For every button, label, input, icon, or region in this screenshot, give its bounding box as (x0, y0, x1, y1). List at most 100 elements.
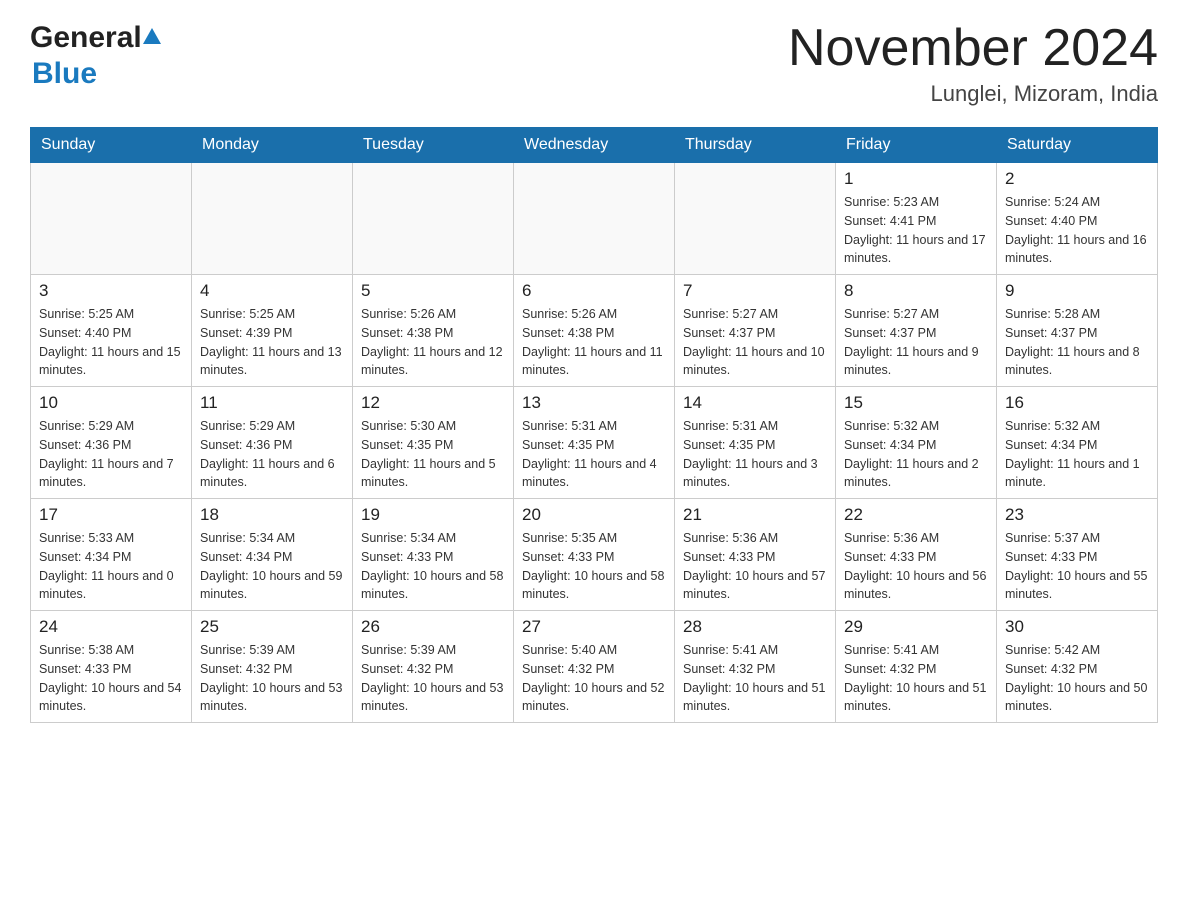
day-number: 23 (1005, 505, 1149, 525)
calendar-cell: 29 Sunrise: 5:41 AMSunset: 4:32 PMDayligh… (836, 611, 997, 723)
day-number: 30 (1005, 617, 1149, 637)
calendar-cell: 18 Sunrise: 5:34 AMSunset: 4:34 PMDayligh… (192, 499, 353, 611)
day-number: 25 (200, 617, 344, 637)
day-info: Sunrise: 5:40 AMSunset: 4:32 PMDaylight:… (522, 641, 666, 716)
day-info: Sunrise: 5:42 AMSunset: 4:32 PMDaylight:… (1005, 641, 1149, 716)
day-number: 27 (522, 617, 666, 637)
day-number: 26 (361, 617, 505, 637)
month-title: November 2024 (788, 20, 1158, 77)
day-number: 28 (683, 617, 827, 637)
calendar-week-row: 17Sunrise: 5:33 AMSunset: 4:34 PMDayligh… (31, 499, 1158, 611)
calendar-header-row: SundayMondayTuesdayWednesdayThursdayFrid… (31, 128, 1158, 163)
day-number: 14 (683, 393, 827, 413)
day-info: Sunrise: 5:38 AMSunset: 4:33 PMDaylight:… (39, 641, 183, 716)
day-number: 16 (1005, 393, 1149, 413)
day-number: 15 (844, 393, 988, 413)
day-info: Sunrise: 5:37 AMSunset: 4:33 PMDaylight:… (1005, 529, 1149, 604)
calendar-cell: 26 Sunrise: 5:39 AMSunset: 4:32 PMDayligh… (353, 611, 514, 723)
day-number: 20 (522, 505, 666, 525)
calendar-cell (192, 163, 353, 275)
col-header-friday: Friday (836, 128, 997, 163)
logo: General Blue (30, 20, 162, 92)
col-header-tuesday: Tuesday (353, 128, 514, 163)
calendar-cell: 23 Sunrise: 5:37 AMSunset: 4:33 PMDayligh… (997, 499, 1158, 611)
calendar-cell: 28Sunrise: 5:41 AMSunset: 4:32 PMDayligh… (675, 611, 836, 723)
col-header-sunday: Sunday (31, 128, 192, 163)
calendar-cell: 12 Sunrise: 5:30 AMSunset: 4:35 PMDayligh… (353, 387, 514, 499)
calendar-cell: 14Sunrise: 5:31 AMSunset: 4:35 PMDayligh… (675, 387, 836, 499)
calendar-cell: 17Sunrise: 5:33 AMSunset: 4:34 PMDayligh… (31, 499, 192, 611)
day-info: Sunrise: 5:36 AMSunset: 4:33 PMDaylight:… (844, 529, 988, 604)
day-info: Sunrise: 5:27 AMSunset: 4:37 PMDaylight:… (844, 305, 988, 380)
day-number: 19 (361, 505, 505, 525)
col-header-monday: Monday (192, 128, 353, 163)
day-info: Sunrise: 5:25 AMSunset: 4:39 PMDaylight:… (200, 305, 344, 380)
title-block: November 2024 Lunglei, Mizoram, India (788, 20, 1158, 107)
calendar-cell: 11Sunrise: 5:29 AMSunset: 4:36 PMDayligh… (192, 387, 353, 499)
day-info: Sunrise: 5:39 AMSunset: 4:32 PMDaylight:… (361, 641, 505, 716)
day-number: 13 (522, 393, 666, 413)
calendar-cell: 21 Sunrise: 5:36 AMSunset: 4:33 PMDayligh… (675, 499, 836, 611)
day-info: Sunrise: 5:34 AMSunset: 4:33 PMDaylight:… (361, 529, 505, 604)
day-number: 3 (39, 281, 183, 301)
calendar-cell: 13 Sunrise: 5:31 AMSunset: 4:35 PMDayligh… (514, 387, 675, 499)
day-info: Sunrise: 5:28 AMSunset: 4:37 PMDaylight:… (1005, 305, 1149, 380)
calendar-cell: 20 Sunrise: 5:35 AMSunset: 4:33 PMDayligh… (514, 499, 675, 611)
calendar-cell: 3 Sunrise: 5:25 AMSunset: 4:40 PMDaylight… (31, 275, 192, 387)
day-number: 6 (522, 281, 666, 301)
day-number: 8 (844, 281, 988, 301)
col-header-thursday: Thursday (675, 128, 836, 163)
calendar-cell: 6Sunrise: 5:26 AMSunset: 4:38 PMDaylight… (514, 275, 675, 387)
day-info: Sunrise: 5:29 AMSunset: 4:36 PMDaylight:… (39, 417, 183, 492)
col-header-saturday: Saturday (997, 128, 1158, 163)
day-number: 21 (683, 505, 827, 525)
col-header-wednesday: Wednesday (514, 128, 675, 163)
day-info: Sunrise: 5:30 AMSunset: 4:35 PMDaylight:… (361, 417, 505, 492)
day-number: 2 (1005, 169, 1149, 189)
calendar-cell: 1 Sunrise: 5:23 AMSunset: 4:41 PMDaylight… (836, 163, 997, 275)
calendar-cell (353, 163, 514, 275)
calendar-cell (514, 163, 675, 275)
day-info: Sunrise: 5:39 AMSunset: 4:32 PMDaylight:… (200, 641, 344, 716)
day-info: Sunrise: 5:34 AMSunset: 4:34 PMDaylight:… (200, 529, 344, 604)
day-info: Sunrise: 5:35 AMSunset: 4:33 PMDaylight:… (522, 529, 666, 604)
calendar-cell (31, 163, 192, 275)
day-info: Sunrise: 5:24 AMSunset: 4:40 PMDaylight:… (1005, 193, 1149, 268)
calendar-cell: 25 Sunrise: 5:39 AMSunset: 4:32 PMDayligh… (192, 611, 353, 723)
day-number: 22 (844, 505, 988, 525)
calendar-cell: 7 Sunrise: 5:27 AMSunset: 4:37 PMDaylight… (675, 275, 836, 387)
day-info: Sunrise: 5:33 AMSunset: 4:34 PMDaylight:… (39, 529, 183, 604)
day-info: Sunrise: 5:32 AMSunset: 4:34 PMDaylight:… (844, 417, 988, 492)
day-number: 7 (683, 281, 827, 301)
calendar-cell: 16 Sunrise: 5:32 AMSunset: 4:34 PMDayligh… (997, 387, 1158, 499)
location-title: Lunglei, Mizoram, India (788, 81, 1158, 107)
day-info: Sunrise: 5:25 AMSunset: 4:40 PMDaylight:… (39, 305, 183, 380)
calendar-cell: 10 Sunrise: 5:29 AMSunset: 4:36 PMDayligh… (31, 387, 192, 499)
calendar-cell: 30 Sunrise: 5:42 AMSunset: 4:32 PMDayligh… (997, 611, 1158, 723)
calendar-cell: 2 Sunrise: 5:24 AMSunset: 4:40 PMDaylight… (997, 163, 1158, 275)
day-info: Sunrise: 5:27 AMSunset: 4:37 PMDaylight:… (683, 305, 827, 380)
day-number: 9 (1005, 281, 1149, 301)
calendar-cell: 15 Sunrise: 5:32 AMSunset: 4:34 PMDayligh… (836, 387, 997, 499)
day-info: Sunrise: 5:26 AMSunset: 4:38 PMDaylight:… (361, 305, 505, 380)
day-number: 18 (200, 505, 344, 525)
day-info: Sunrise: 5:29 AMSunset: 4:36 PMDaylight:… (200, 417, 344, 492)
calendar-cell (675, 163, 836, 275)
day-number: 29 (844, 617, 988, 637)
page-header: General Blue November 2024 Lunglei, Mizo… (30, 20, 1158, 107)
day-info: Sunrise: 5:23 AMSunset: 4:41 PMDaylight:… (844, 193, 988, 268)
day-info: Sunrise: 5:36 AMSunset: 4:33 PMDaylight:… (683, 529, 827, 604)
calendar-cell: 5 Sunrise: 5:26 AMSunset: 4:38 PMDaylight… (353, 275, 514, 387)
calendar-cell: 22 Sunrise: 5:36 AMSunset: 4:33 PMDayligh… (836, 499, 997, 611)
day-info: Sunrise: 5:32 AMSunset: 4:34 PMDaylight:… (1005, 417, 1149, 492)
day-info: Sunrise: 5:41 AMSunset: 4:32 PMDaylight:… (844, 641, 988, 716)
calendar-week-row: 24Sunrise: 5:38 AMSunset: 4:33 PMDayligh… (31, 611, 1158, 723)
calendar-cell: 19 Sunrise: 5:34 AMSunset: 4:33 PMDayligh… (353, 499, 514, 611)
day-number: 10 (39, 393, 183, 413)
day-info: Sunrise: 5:31 AMSunset: 4:35 PMDaylight:… (522, 417, 666, 492)
day-number: 5 (361, 281, 505, 301)
calendar-cell: 27 Sunrise: 5:40 AMSunset: 4:32 PMDayligh… (514, 611, 675, 723)
day-number: 12 (361, 393, 505, 413)
calendar-week-row: 3 Sunrise: 5:25 AMSunset: 4:40 PMDaylight… (31, 275, 1158, 387)
day-number: 1 (844, 169, 988, 189)
